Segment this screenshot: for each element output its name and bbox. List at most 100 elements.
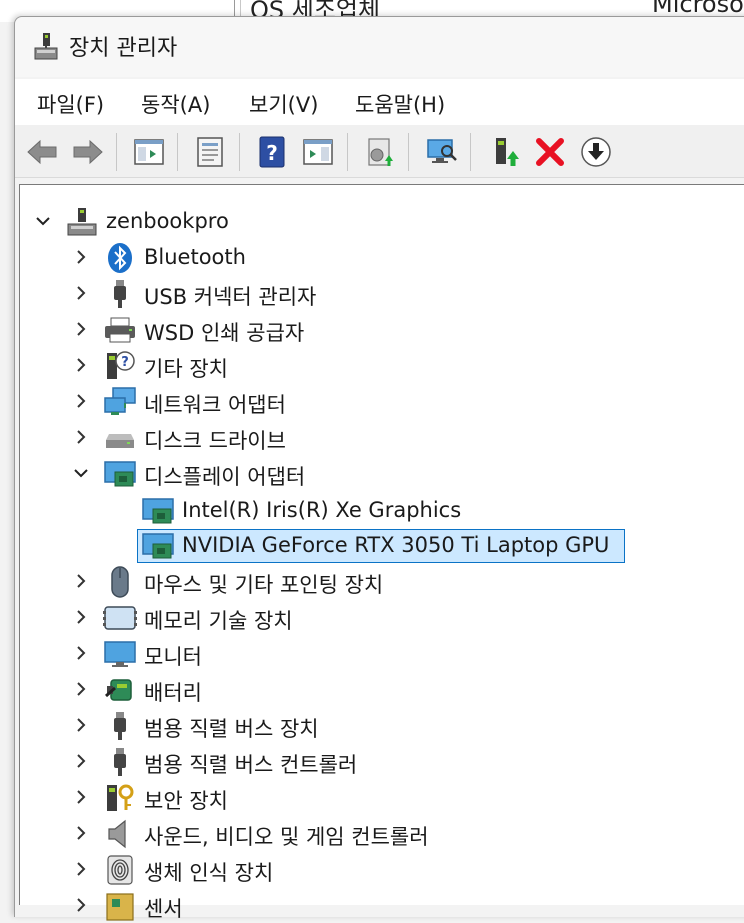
- tree-item-label: 디스크 드라이브: [144, 429, 286, 453]
- device-tree: zenbookpro Bluetooth USB 커넥터 관리자 WSD 인쇄 …: [19, 184, 744, 921]
- tree-item-label: 모니터: [144, 645, 202, 669]
- chevron-right-icon[interactable]: [70, 678, 92, 700]
- title-bar[interactable]: 장치 관리자: [15, 17, 744, 77]
- tree-child-label: NVIDIA GeForce RTX 3050 Ti Laptop GPU: [182, 533, 610, 557]
- tree-item-security-devices[interactable]: 보안 장치: [20, 781, 744, 815]
- tree-item-display-adapters[interactable]: 디스플레이 어댑터: [20, 457, 744, 491]
- bluetooth-icon: [108, 243, 132, 273]
- chevron-right-icon[interactable]: [70, 786, 92, 808]
- chevron-right-icon[interactable]: [70, 714, 92, 736]
- action-pane-icon[interactable]: [301, 135, 335, 169]
- menu-action[interactable]: 동작(A): [141, 89, 210, 119]
- toolbar-separator: [116, 133, 117, 171]
- tree-root[interactable]: zenbookpro: [20, 205, 744, 239]
- printer-icon: [105, 317, 135, 343]
- usb-connector-icon: [114, 280, 126, 308]
- tree-item-sound-video-game[interactable]: 사운드, 비디오 및 게임 컨트롤러: [20, 817, 744, 851]
- toolbar-separator: [347, 133, 348, 171]
- tree-child-nvidia-rtx-3050-ti[interactable]: NVIDIA GeForce RTX 3050 Ti Laptop GPU: [20, 529, 744, 563]
- download-icon[interactable]: [579, 135, 613, 169]
- tree-item-label: 사운드, 비디오 및 게임 컨트롤러: [144, 825, 429, 849]
- chevron-right-icon[interactable]: [70, 642, 92, 664]
- tree-item-label: 범용 직렬 버스 컨트롤러: [144, 753, 358, 777]
- memory-device-icon: [103, 606, 137, 630]
- forward-arrow-icon[interactable]: [71, 135, 105, 169]
- chevron-down-icon[interactable]: [70, 462, 92, 484]
- tree-item-mice[interactable]: 마우스 및 기타 포인팅 장치: [20, 565, 744, 599]
- chevron-right-icon[interactable]: [70, 570, 92, 592]
- tree-item-label: 센서: [144, 897, 183, 921]
- scan-hardware-icon[interactable]: [425, 135, 459, 169]
- tree-item-wsd-print-provider[interactable]: WSD 인쇄 공급자: [20, 313, 744, 347]
- battery-icon: [105, 679, 132, 701]
- toolbar-separator: [408, 133, 409, 171]
- tree-item-bluetooth[interactable]: Bluetooth: [20, 241, 744, 275]
- disk-drive-icon: [106, 434, 134, 448]
- tree-item-monitors[interactable]: 모니터: [20, 637, 744, 671]
- usb-controller-icon: [114, 748, 126, 776]
- chevron-right-icon[interactable]: [70, 390, 92, 412]
- help-icon[interactable]: ?: [255, 135, 289, 169]
- tree-item-label: 생체 인식 장치: [144, 861, 274, 885]
- security-device-icon: [107, 784, 134, 811]
- tree-child-intel-iris-xe[interactable]: Intel(R) Iris(R) Xe Graphics: [20, 494, 744, 528]
- tree-item-label: 마우스 및 기타 포인팅 장치: [144, 573, 384, 597]
- properties-icon[interactable]: [193, 135, 227, 169]
- usb-device-icon: [114, 712, 126, 740]
- tree-item-usb-connector-manager[interactable]: USB 커넥터 관리자: [20, 277, 744, 311]
- fingerprint-icon: [107, 855, 133, 885]
- sensor-icon: [106, 893, 134, 921]
- tree-item-label: WSD 인쇄 공급자: [144, 321, 305, 345]
- chevron-right-icon[interactable]: [70, 822, 92, 844]
- tree-item-disk-drives[interactable]: 디스크 드라이브: [20, 421, 744, 455]
- show-hide-console-tree-icon[interactable]: [132, 135, 166, 169]
- enable-device-icon[interactable]: [487, 135, 521, 169]
- chevron-right-icon[interactable]: [70, 606, 92, 628]
- tree-item-label: USB 커넥터 관리자: [144, 285, 317, 309]
- computer-icon: [67, 208, 97, 236]
- tree-item-label: 메모리 기술 장치: [144, 609, 293, 633]
- chevron-right-icon[interactable]: [70, 246, 92, 268]
- tree-item-other-devices[interactable]: ? 기타 장치: [20, 349, 744, 383]
- unknown-device-icon: ?: [107, 351, 135, 379]
- chevron-right-icon[interactable]: [70, 282, 92, 304]
- back-arrow-icon[interactable]: [25, 135, 59, 169]
- update-driver-icon[interactable]: [363, 135, 397, 169]
- tree-item-label: 디스플레이 어댑터: [144, 465, 306, 489]
- device-manager-window: 장치 관리자 파일(F) 동작(A) 보기(V) 도움말(H) ? zenboo…: [14, 16, 744, 921]
- uninstall-device-icon[interactable]: [533, 135, 567, 169]
- svg-text:?: ?: [266, 141, 278, 165]
- chevron-right-icon[interactable]: [70, 894, 92, 916]
- network-adapter-icon: [104, 387, 136, 415]
- toolbar-separator: [239, 133, 240, 171]
- tree-item-usb-devices[interactable]: 범용 직렬 버스 장치: [20, 709, 744, 743]
- tree-item-label: Bluetooth: [144, 245, 246, 269]
- display-adapter-icon: [142, 533, 174, 559]
- tree-item-label: 보안 장치: [144, 789, 228, 813]
- tree-child-label: Intel(R) Iris(R) Xe Graphics: [182, 498, 462, 522]
- menu-help[interactable]: 도움말(H): [355, 89, 445, 119]
- window-title: 장치 관리자: [69, 36, 178, 61]
- tree-item-label: 배터리: [144, 681, 202, 705]
- tree-item-sensors[interactable]: 센서: [20, 889, 744, 923]
- chevron-right-icon[interactable]: [70, 858, 92, 880]
- tree-item-biometric-devices[interactable]: 생체 인식 장치: [20, 853, 744, 887]
- chevron-down-icon[interactable]: [32, 210, 54, 232]
- chevron-right-icon[interactable]: [70, 426, 92, 448]
- tree-item-memory-tech[interactable]: 메모리 기술 장치: [20, 601, 744, 635]
- tree-item-network-adapters[interactable]: 네트워크 어댑터: [20, 385, 744, 419]
- menu-view[interactable]: 보기(V): [249, 89, 318, 119]
- chevron-right-icon[interactable]: [70, 750, 92, 772]
- speaker-icon: [108, 819, 126, 849]
- menu-file[interactable]: 파일(F): [37, 89, 104, 119]
- svg-text:?: ?: [121, 355, 129, 370]
- tree-item-usb-controllers[interactable]: 범용 직렬 버스 컨트롤러: [20, 745, 744, 779]
- tree-item-batteries[interactable]: 배터리: [20, 673, 744, 707]
- monitor-icon: [104, 641, 136, 667]
- chevron-right-icon[interactable]: [70, 318, 92, 340]
- display-adapter-icon: [104, 461, 136, 487]
- toolbar: ?: [15, 125, 744, 178]
- toolbar-separator: [470, 133, 471, 171]
- chevron-right-icon[interactable]: [70, 354, 92, 376]
- mouse-icon: [111, 566, 129, 598]
